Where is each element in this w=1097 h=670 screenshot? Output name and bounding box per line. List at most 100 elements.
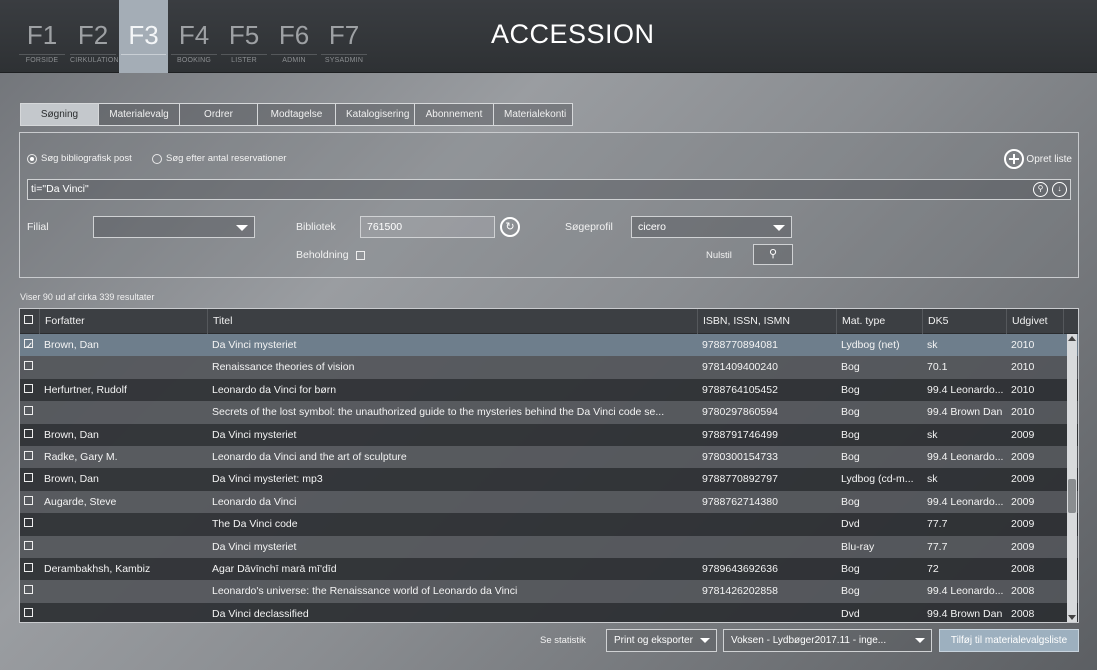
nav-f1-forside[interactable]: F1 FORSIDE	[17, 0, 67, 73]
row-checkbox[interactable]	[24, 361, 33, 371]
materialevalgsliste-dropdown[interactable]: Voksen - Lydbøger2017.11 - inge...	[723, 629, 932, 652]
select-all-checkbox[interactable]	[24, 315, 33, 324]
row-select-cell	[20, 513, 40, 535]
nav-f7-sysadmin[interactable]: F7 SYSADMIN	[319, 0, 369, 73]
table-row[interactable]: Secrets of the lost symbol: the unauthor…	[20, 401, 1078, 424]
tab-soegning[interactable]: Søgning	[20, 103, 98, 126]
table-row[interactable]: Brown, Dan Da Vinci mysteriet: mp3 9788770…	[20, 468, 1078, 491]
table-row[interactable]: Da Vinci mysteriet Blu-ray 77.7 2009	[20, 535, 1078, 558]
scroll-down-icon[interactable]	[1068, 615, 1076, 620]
bibliotek-input[interactable]: 761500	[360, 216, 495, 238]
print-eksporter-dropdown[interactable]: Print og eksporter	[606, 629, 717, 652]
cell-dk5: 99.4 Leonardo...	[927, 383, 1004, 396]
column-udgivet[interactable]: Udgivet	[1007, 309, 1064, 334]
vertical-scrollbar[interactable]	[1067, 334, 1077, 622]
row-select-cell	[20, 401, 40, 423]
column-titel[interactable]: Titel	[208, 309, 698, 334]
nav-f5-lister[interactable]: F5 LISTER	[219, 0, 269, 73]
table-row[interactable]: Renaissance theories of vision 9781409400…	[20, 356, 1078, 379]
search-query-input[interactable]: ti="Da Vinci" ⚲ ↓	[27, 179, 1071, 200]
cell-titel: The Da Vinci code	[212, 518, 298, 531]
row-checkbox[interactable]	[24, 495, 33, 505]
table-row[interactable]: Augarde, Steve Leonardo da Vinci 978876271…	[20, 490, 1078, 514]
row-checkbox[interactable]	[24, 540, 33, 550]
row-checkbox[interactable]	[24, 450, 33, 460]
nulstil-button[interactable]: Nulstil	[706, 250, 732, 261]
filial-dropdown[interactable]	[93, 216, 255, 238]
cell-udgivet: 2009	[1011, 450, 1035, 463]
table-row[interactable]: Brown, Dan Da Vinci mysteriet 978877089408…	[20, 334, 1078, 357]
nav-f3-accession[interactable]: F3	[119, 0, 168, 73]
nav-f2-cirkulation[interactable]: F2 CIRKULATION	[68, 0, 119, 73]
cell-isbn	[698, 513, 837, 535]
column-isbn[interactable]: ISBN, ISSN, ISMN	[698, 309, 837, 334]
column-mat-type[interactable]: Mat. type	[837, 309, 923, 334]
table-row[interactable]: Derambakhsh, Kambiz Agar Dāvīnchī marā mī…	[20, 557, 1078, 581]
scroll-thumb[interactable]	[1068, 479, 1076, 513]
column-forfatter[interactable]: Forfatter	[40, 309, 208, 334]
cell-dk5: sk	[927, 339, 938, 351]
table-row[interactable]: Brown, Dan Da Vinci mysteriet 978879174649…	[20, 423, 1078, 446]
radio-reservationer[interactable]: Søg efter antal reservationer	[152, 153, 286, 164]
nav-f6-admin[interactable]: F6 ADMIN	[269, 0, 319, 73]
row-checkbox[interactable]	[24, 562, 33, 572]
table-row[interactable]: Herfurtner, Rudolf Leonardo da Vinci for …	[20, 378, 1078, 402]
search-circle-icon[interactable]: ⚲	[1033, 182, 1048, 197]
row-checkbox[interactable]	[24, 383, 33, 393]
cell-forfatter	[40, 401, 208, 423]
cell-forfatter	[40, 536, 208, 558]
cell-forfatter: Augarde, Steve	[44, 495, 117, 508]
print-eksporter-label: Print og eksporter	[614, 635, 693, 646]
column-dk5[interactable]: DK5	[923, 309, 1007, 334]
refresh-icon[interactable]: ↻	[500, 217, 520, 237]
cell-isbn: 9788791746499	[702, 428, 778, 441]
row-select-cell	[20, 536, 40, 558]
search-button[interactable]: ⚲	[753, 244, 793, 265]
row-checkbox[interactable]	[24, 428, 33, 438]
tilfoej-button[interactable]: Tilføj til materialevalgsliste	[939, 629, 1079, 652]
radio-empty-icon	[152, 153, 162, 164]
cell-isbn: 9781426202858	[702, 585, 778, 598]
cell-forfatter	[40, 356, 208, 378]
cell-dk5: 70.1	[927, 361, 948, 374]
radio-label: Søg bibliografisk post	[41, 153, 132, 164]
row-checkbox[interactable]	[24, 406, 33, 416]
beholdning-checkbox[interactable]	[355, 250, 365, 260]
filial-label: Filial	[27, 221, 49, 233]
cell-titel: Da Vinci mysteriet	[212, 540, 297, 553]
tab-modtagelse[interactable]: Modtagelse	[257, 103, 335, 126]
cell-titel: Secrets of the lost symbol: the unauthor…	[212, 406, 665, 419]
tab-ordrer[interactable]: Ordrer	[179, 103, 257, 126]
cell-titel: Da Vinci mysteriet	[212, 428, 297, 441]
nav-f4-booking[interactable]: F4 BOOKING	[169, 0, 219, 73]
opret-liste-button[interactable]: Opret liste	[1004, 149, 1072, 169]
download-circle-icon[interactable]: ↓	[1052, 182, 1067, 197]
row-select-cell	[20, 468, 40, 490]
tab-materialekonti[interactable]: Materialekonti	[493, 103, 573, 126]
row-checkbox[interactable]	[24, 518, 33, 528]
soegeprofil-dropdown[interactable]: cicero	[631, 216, 792, 238]
cell-titel: Da Vinci mysteriet	[212, 339, 297, 351]
select-all-column[interactable]	[20, 309, 40, 334]
cell-dk5: 99.4 Leonardo...	[927, 450, 1004, 463]
nav-key: F4	[178, 20, 210, 50]
row-checkbox[interactable]	[24, 585, 33, 595]
row-checkbox[interactable]	[24, 336, 33, 356]
table-row[interactable]: Leonardo's universe: the Renaissance wor…	[20, 580, 1078, 603]
tab-abonnement[interactable]: Abonnement	[414, 103, 493, 126]
table-row[interactable]: Da Vinci declassified Dvd 99.4 Brown Dan 20…	[20, 602, 1078, 622]
row-checkbox[interactable]	[24, 607, 33, 617]
tab-materialevalg[interactable]: Materialevalg	[98, 103, 179, 126]
nav-key: F2	[77, 20, 109, 50]
nav-key: F7	[328, 20, 360, 50]
cell-dk5: 99.4 Brown Dan	[927, 406, 1003, 419]
table-row[interactable]: Radke, Gary M. Leonardo da Vinci and the …	[20, 445, 1078, 469]
radio-bibliografisk[interactable]: Søg bibliografisk post	[27, 153, 132, 164]
se-statistik-link[interactable]: Se statistik	[540, 635, 586, 646]
tab-katalogisering[interactable]: Katalogisering	[335, 103, 414, 126]
cell-mat-type: Bog	[841, 585, 860, 598]
scroll-up-icon[interactable]	[1068, 336, 1076, 341]
cell-dk5: 99.4 Brown Dan	[927, 607, 1003, 620]
row-checkbox[interactable]	[24, 473, 33, 483]
table-row[interactable]: The Da Vinci code Dvd 77.7 2009	[20, 513, 1078, 536]
